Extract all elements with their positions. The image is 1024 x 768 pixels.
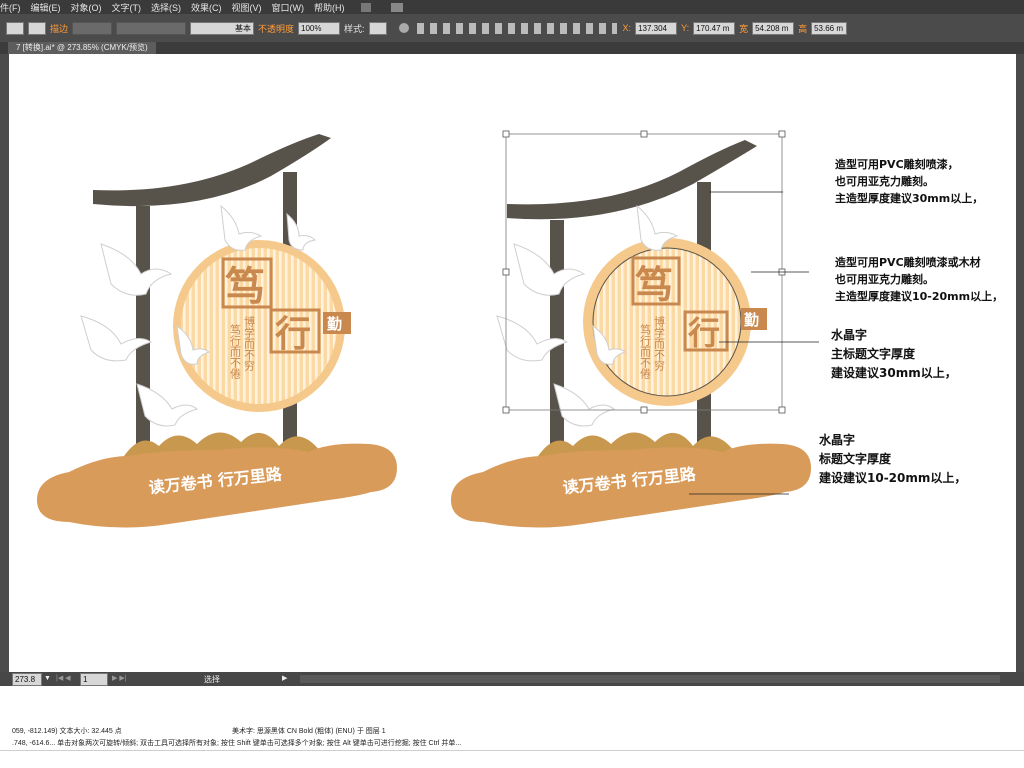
status-menu-icon[interactable]: ▶ xyxy=(282,674,287,682)
menu-bar: 件(F) 编辑(E) 对象(O) 文字(T) 选择(S) 效果(C) 视图(V)… xyxy=(0,0,1024,14)
stroke-swatch[interactable] xyxy=(28,21,46,35)
y-field[interactable]: 170.47 m xyxy=(693,21,736,35)
h-field[interactable]: 53.66 m xyxy=(811,21,848,35)
vertical-text-2: 笃行而不倦 xyxy=(229,323,242,380)
tool-mode-label: 选择 xyxy=(204,675,220,684)
horizontal-scrollbar[interactable] xyxy=(300,675,1000,683)
y-label: Y: xyxy=(681,23,690,33)
left-sign[interactable]: 勤 笃 行 博学而不穷 笃行而不倦 读万卷书 行万里路 xyxy=(37,134,397,528)
status-bar: 273.8 ▼ |◀ ◀ 1 ▶ ▶| 选择 ▶ xyxy=(0,672,1024,686)
bridge-icon[interactable] xyxy=(360,2,371,12)
menu-effect[interactable]: 效果(C) xyxy=(191,1,222,14)
annotation-3-line-1: 水晶字 xyxy=(831,327,867,342)
stroke-weight-field[interactable] xyxy=(72,21,113,35)
menu-object[interactable]: 对象(O) xyxy=(71,1,102,14)
brush-definition[interactable]: 基本 xyxy=(190,21,255,35)
variable-width-profile[interactable] xyxy=(116,21,187,35)
stroke-label[interactable]: 描边 xyxy=(50,22,68,35)
opacity-field[interactable]: 100% xyxy=(298,21,341,35)
arrange-icon[interactable] xyxy=(390,2,403,12)
roof-beam xyxy=(507,140,757,220)
side-char: 勤 xyxy=(327,315,342,333)
big-char-2: 行 xyxy=(275,314,311,355)
left-post xyxy=(136,206,150,466)
tools-panel[interactable] xyxy=(0,54,9,676)
vertical-text-1: 博学而不穷 xyxy=(653,316,666,372)
annotation-2-line-3: 主造型厚度建议10-20mm以上， xyxy=(835,289,1003,303)
menu-type[interactable]: 文字(T) xyxy=(112,1,142,14)
info-panel: 059, -812.149) 文本大小: 32.445 点 美术字: 思源黑体 … xyxy=(0,686,1024,768)
artwork: 勤 笃 行 博学而不穷 笃行而不倦 读万卷书 行万里路 勤 笃 行 博学而不穷 … xyxy=(37,130,1003,528)
menu-view[interactable]: 视图(V) xyxy=(232,1,262,14)
document-tab-strip: 7 [转换].ai* @ 273.85% (CMYK/预览) xyxy=(0,42,1024,54)
big-char-2: 行 xyxy=(688,314,720,352)
vertical-text-2: 笃行而不倦 xyxy=(639,323,652,380)
right-sign[interactable]: 勤 笃 行 博学而不穷 笃行而不倦 读万卷书 行万里路 xyxy=(451,130,811,528)
align-icons[interactable] xyxy=(416,22,617,34)
right-panel-strip[interactable] xyxy=(1016,54,1024,676)
document-tab[interactable]: 7 [转换].ai* @ 273.85% (CMYK/预览) xyxy=(8,42,156,54)
annotation-4-line-2: 标题文字厚度 xyxy=(818,451,892,466)
big-char-1: 笃 xyxy=(225,264,265,310)
w-field[interactable]: 54.208 m xyxy=(752,21,795,35)
annotation-2-line-1: 造型可用PVC雕刻喷漆或木材 xyxy=(835,255,981,269)
annotation-1-line-3: 主造型厚度建议30mm以上， xyxy=(835,191,983,205)
fill-swatch[interactable] xyxy=(6,21,24,35)
opacity-label[interactable]: 不透明度 xyxy=(258,22,294,35)
hint-text: .748, -614.6... 单击对象两次可旋转/倾斜; 双击工具可选择所有对… xyxy=(12,740,462,747)
recolor-icon[interactable] xyxy=(398,23,409,33)
w-label: 宽 xyxy=(739,23,749,34)
annotation-4-line-3: 建设建议10-20mm以上， xyxy=(818,470,966,485)
annotation-3-line-2: 主标题文字厚度 xyxy=(831,346,916,361)
x-label: X: xyxy=(622,23,632,33)
annotation-4-line-1: 水晶字 xyxy=(819,432,855,447)
artboard-number-field[interactable]: 1 xyxy=(80,673,108,686)
menu-select[interactable]: 选择(S) xyxy=(151,1,181,14)
zoom-field[interactable]: 273.8 xyxy=(12,673,42,686)
style-label: 样式: xyxy=(344,23,365,34)
annotation-1-line-2: 也可用亚克力雕刻。 xyxy=(835,174,934,188)
next-artboard-icon[interactable]: ▶ ▶| xyxy=(112,674,127,682)
first-artboard-icon[interactable]: |◀ ◀ xyxy=(56,674,71,682)
annotation-2-line-2: 也可用亚克力雕刻。 xyxy=(835,272,934,286)
object-info-text: 美术字: 思源黑体 CN Bold (粗体) (ENU) 于 图层 1 xyxy=(232,728,386,735)
menu-window[interactable]: 窗口(W) xyxy=(272,1,305,14)
divider xyxy=(0,750,1024,751)
x-field[interactable]: 137.304 xyxy=(635,21,678,35)
artboard-canvas[interactable]: 勤 笃 行 博学而不穷 笃行而不倦 读万卷书 行万里路 勤 笃 行 博学而不穷 … xyxy=(9,54,1016,672)
control-toolbar: 描边 基本 不透明度 100% 样式: X: 137.304 Y: 170.47… xyxy=(0,14,1024,43)
menu-edit[interactable]: 编辑(E) xyxy=(31,1,61,14)
zoom-dropdown-icon[interactable]: ▼ xyxy=(44,675,51,682)
vertical-text-1: 博学而不穷 xyxy=(243,316,256,372)
menu-help[interactable]: 帮助(H) xyxy=(314,1,345,14)
side-char: 勤 xyxy=(744,311,759,329)
big-char-1: 笃 xyxy=(635,263,673,307)
coords-text: 059, -812.149) 文本大小: 32.445 点 xyxy=(12,728,122,735)
annotation-1-line-1: 造型可用PVC雕刻喷漆， xyxy=(835,157,959,171)
menu-file[interactable]: 件(F) xyxy=(0,1,21,14)
style-swatch[interactable] xyxy=(368,21,387,35)
annotation-3-line-3: 建设建议30mm以上， xyxy=(830,365,957,380)
h-label: 高 xyxy=(798,23,808,34)
